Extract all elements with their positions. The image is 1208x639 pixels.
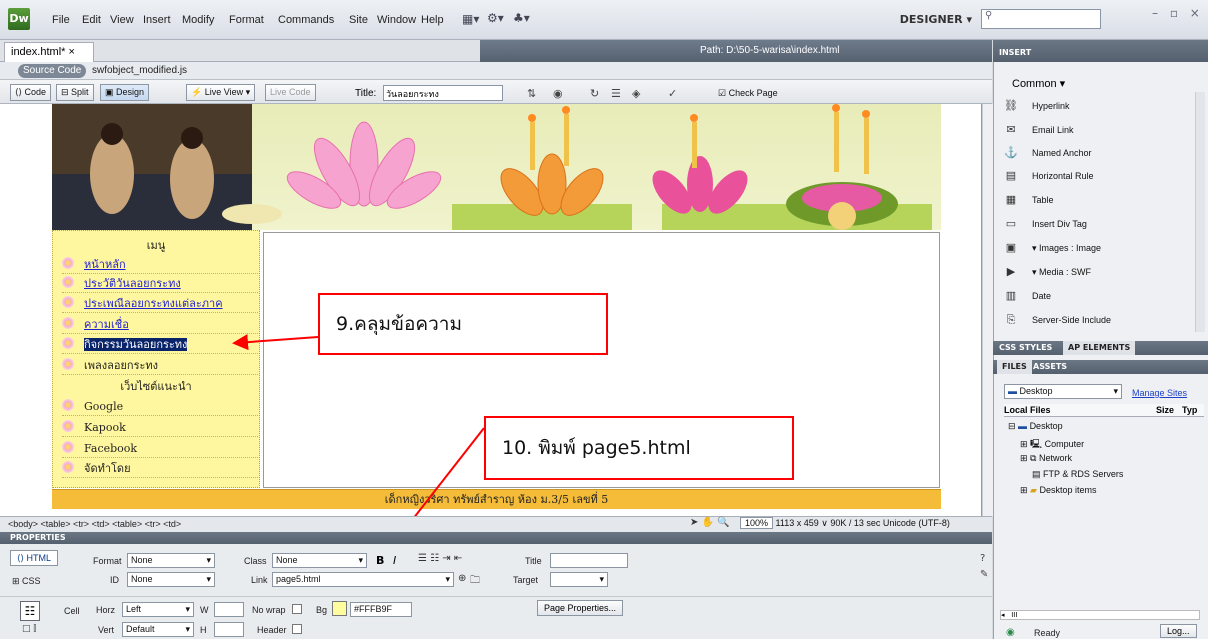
insert-category-select[interactable]: Common ▾ [1012,77,1065,90]
tree-ftp-servers[interactable]: ▤ FTP & RDS Servers [1032,469,1123,480]
insert-table[interactable]: ▦ Table [1004,190,1194,210]
page-properties-button[interactable]: Page Properties... [537,600,624,616]
server-icon: ▤ [1032,469,1041,479]
desktop-icon: ▬ [1018,421,1028,431]
italic-icon[interactable]: I [393,554,396,567]
html-properties-tab[interactable]: ⟨⟩ HTML [10,550,59,566]
insert-date[interactable]: ▥ Date [1004,286,1194,306]
folder-icon: ▰ [1030,485,1037,495]
tag-selector[interactable]: <body> <table> <tr> <td> <table> <tr> <t… [8,519,181,529]
list-indent-icons[interactable]: ☰ ☷ ⇥ ⇤ [418,553,462,564]
bg-label: Bg [316,605,328,615]
log-button[interactable]: Log... [1160,624,1197,638]
status-icon: ◉ [1006,627,1015,638]
target-select[interactable]: ▾ [550,572,608,587]
merge-split-icons[interactable]: □ ⫿ [22,624,36,634]
email-icon: ✉ [1006,124,1016,136]
tree-network[interactable]: ⊞ ⧉ Network [1020,453,1072,464]
files-status: Ready [1034,628,1061,638]
horz-label: Horz [96,605,116,615]
tab-files[interactable]: FILES [997,360,1032,374]
insert-named-anchor[interactable]: ⚓ Named Anchor [1004,143,1194,163]
css-properties-tab[interactable]: ⊞ CSS [12,576,41,587]
quick-tag-editor-icon[interactable]: ✎ [980,569,988,580]
link-input[interactable]: page5.html ▾ [272,572,454,587]
type-column[interactable]: Typ [1182,404,1197,417]
id-label: ID [110,575,119,585]
site-select[interactable]: ▬ Desktop ▾ [1004,384,1122,399]
tree-desktop[interactable]: ⊟ ▬ Desktop [1008,421,1063,432]
size-column[interactable]: Size [1156,404,1174,417]
point-to-file-icon[interactable]: ⊕ [458,573,466,584]
cell-label: Cell [64,606,80,616]
insert-div-tag[interactable]: ▭ Insert Div Tag [1004,214,1194,234]
table-icon: ▦ [1005,194,1017,206]
local-files-label: Local Files [1004,405,1051,415]
link-label: Link [251,575,268,585]
tab-assets[interactable]: ASSETS [1033,360,1067,374]
browse-folder-icon[interactable]: 🗀 [470,573,480,590]
computer-icon: 🖳 [1030,439,1043,449]
format-select[interactable]: None ▾ [127,553,215,568]
tab-ap-elements[interactable]: AP ELEMENTS [1063,341,1136,355]
class-select[interactable]: None ▾ [272,553,367,568]
local-files-header: Local Files Size Typ [1004,404,1204,417]
manage-sites-link[interactable]: Manage Sites [1132,388,1187,398]
tab-css-styles[interactable]: CSS STYLES [999,341,1052,355]
select-hand-zoom-icons[interactable]: ➤ ✋ 🔍 [690,517,730,528]
format-label: Format [93,556,122,566]
files-panel-header: FILES ASSETS [993,360,1208,374]
insert-horizontal-rule[interactable]: ▤ Horizontal Rule [1004,166,1194,186]
zoom-select[interactable]: 100% 1113 x 459 ∨ 90K / 13 sec Unicode (… [740,517,950,529]
properties-divider [0,596,992,597]
insert-image[interactable]: ▣ ▾ Images : Image [1004,238,1194,258]
width-label: W [200,605,209,615]
horz-select[interactable]: Left ▾ [122,602,194,617]
tree-desktop-items[interactable]: ⊞ ▰ Desktop items [1020,485,1097,496]
class-label: Class [244,556,267,566]
width-input[interactable] [214,602,244,617]
date-icon: ▥ [1005,290,1017,302]
insert-panel-scrollbar[interactable] [1195,92,1205,332]
bold-icon[interactable]: B [376,554,384,567]
title-attr-label: Title [525,556,542,566]
image-icon: ▣ [1005,242,1017,254]
target-label: Target [513,575,539,585]
div-icon: ▭ [1005,218,1017,230]
rule-icon: ▤ [1005,170,1017,182]
files-horizontal-scrollbar[interactable]: ◂ III [1000,610,1200,620]
tree-computer[interactable]: ⊞ 🖳 Computer [1020,437,1084,453]
title-attr-input[interactable] [550,553,628,568]
height-input[interactable] [214,622,244,637]
hyperlink-icon: ⛓ [1004,100,1018,112]
insert-server-side-include[interactable]: ⎘ Server-Side Include [1004,310,1194,330]
help-icon[interactable]: ? [980,553,985,564]
bg-color-input[interactable]: #FFFB9F [350,602,412,617]
nowrap-label: No wrap [252,605,286,615]
insert-email-link[interactable]: ✉ Email Link [1004,120,1194,140]
network-icon: ⧉ [1030,453,1037,463]
header-label: Header [257,625,287,635]
anchor-icon: ⚓ [1004,147,1018,159]
cell-icon: ☷ [20,601,40,621]
height-label: H [200,625,207,635]
header-checkbox[interactable] [292,624,302,634]
include-icon: ⎘ [1006,314,1016,326]
vert-label: Vert [98,625,115,635]
media-icon: ▶ [1006,266,1016,278]
nowrap-checkbox[interactable] [292,604,302,614]
properties-header[interactable]: PROPERTIES [0,532,992,544]
insert-media-swf[interactable]: ▶ ▾ Media : SWF [1004,262,1194,282]
css-panel-header: CSS STYLES AP ELEMENTS [993,341,1208,355]
insert-panel-header[interactable]: INSERT [993,40,1208,62]
bg-color-swatch[interactable] [332,601,347,616]
vert-select[interactable]: Default ▾ [122,622,194,637]
insert-hyperlink[interactable]: ⛓ Hyperlink [1004,96,1194,116]
id-select[interactable]: None ▾ [127,572,215,587]
